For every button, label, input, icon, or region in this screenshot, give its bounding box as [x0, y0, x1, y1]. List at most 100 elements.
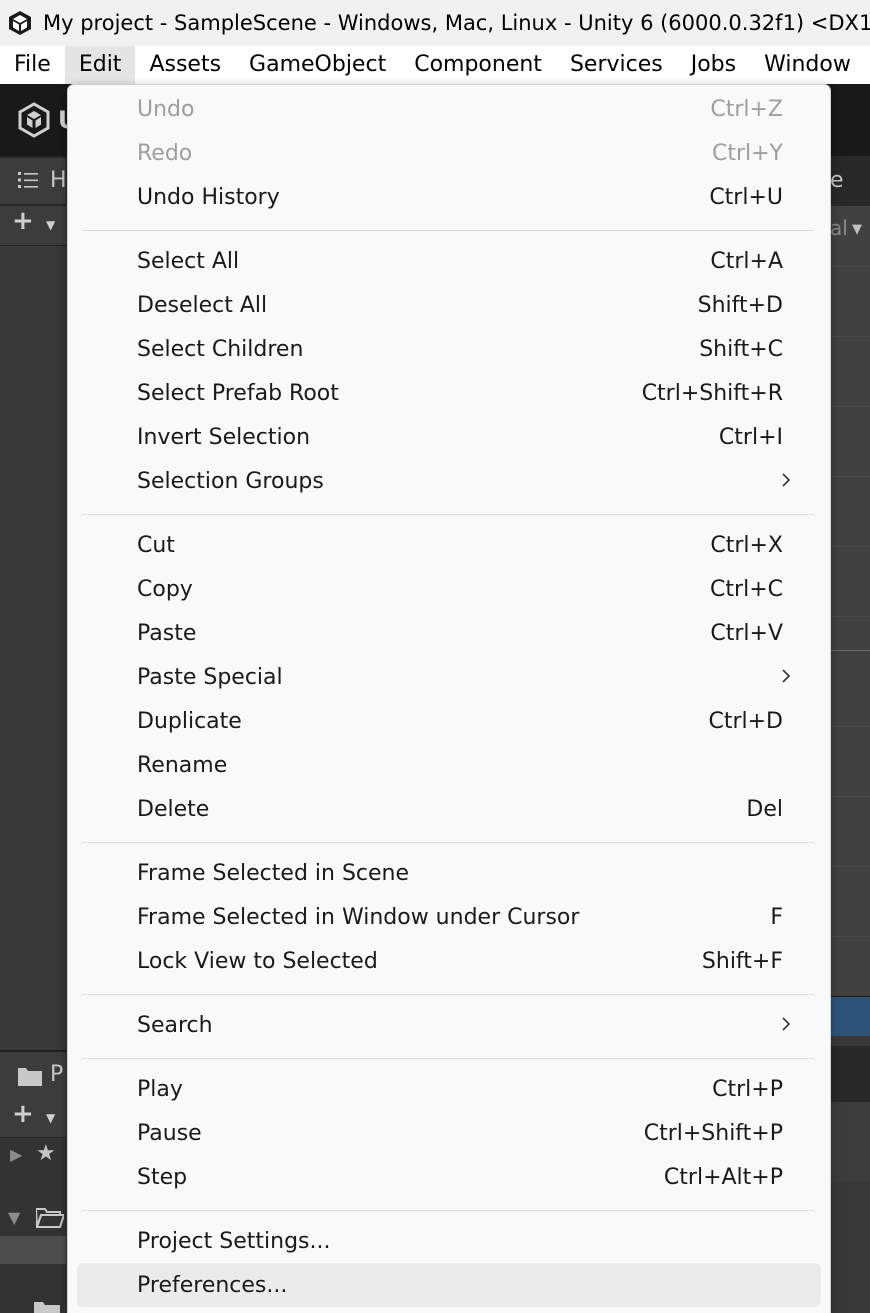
add-object-icon[interactable]: + [12, 206, 34, 236]
menu-group: Undo Ctrl+Z Redo Ctrl+Y Undo History Ctrl+U [68, 85, 830, 224]
favorites-star-icon: ★ [36, 1141, 56, 1166]
menu-services[interactable]: Services [556, 46, 677, 84]
menu-item-label: Cut [137, 532, 175, 558]
menu-item-delete[interactable]: Delete Del [77, 787, 821, 831]
menu-item-duplicate[interactable]: Duplicate Ctrl+D [77, 699, 821, 743]
menu-item-shortcut: Ctrl+Alt+P [663, 1164, 783, 1190]
menu-item-shortcut: F [770, 904, 783, 930]
menu-item-step[interactable]: Step Ctrl+Alt+P [77, 1155, 821, 1199]
menu-item-label: Select Prefab Root [137, 380, 339, 406]
expand-arrow-icon[interactable]: ▶ [10, 1145, 22, 1164]
project-tab-label-fragment: P [50, 1062, 64, 1087]
menu-item-label: Frame Selected in Window under Cursor [137, 904, 580, 930]
selected-folder-row[interactable] [0, 1236, 66, 1264]
chevron-down-icon: ▼ [46, 1111, 56, 1125]
menu-item-label: Invert Selection [137, 424, 311, 450]
menu-item-label: Project Settings... [137, 1228, 331, 1254]
menu-item-lock-view-to-selected[interactable]: Lock View to Selected Shift+F [77, 939, 821, 983]
chevron-down-icon: ▼ [46, 218, 56, 232]
title-bar: My project - SampleScene - Windows, Mac,… [0, 0, 870, 46]
folder-icon [34, 1302, 60, 1313]
menu-item-label: Paste Special [137, 664, 283, 690]
list-icon [18, 172, 38, 188]
menu-item-label: Undo History [137, 184, 280, 210]
menu-item-shortcut: Del [746, 796, 783, 822]
menu-item-play[interactable]: Play Ctrl+P [77, 1067, 821, 1111]
menu-assets[interactable]: Assets [135, 46, 235, 84]
menu-group: Frame Selected in Scene Frame Selected in… [68, 849, 830, 988]
window-title: My project - SampleScene - Windows, Mac,… [43, 11, 870, 35]
menu-item-undo-history[interactable]: Undo History Ctrl+U [77, 175, 821, 219]
menu-component[interactable]: Component [400, 46, 556, 84]
menu-item-shortcut: Ctrl+P [712, 1076, 783, 1102]
menu-item-label: Selection Groups [137, 468, 324, 494]
menu-item-label: Frame Selected in Scene [137, 860, 410, 886]
menu-item-copy[interactable]: Copy Ctrl+C [77, 567, 821, 611]
unity-logo-icon [18, 102, 50, 138]
folder-icon [18, 1068, 42, 1086]
menu-file[interactable]: File [0, 46, 65, 84]
menu-item-invert-selection[interactable]: Invert Selection Ctrl+I [77, 415, 821, 459]
menu-item-paste[interactable]: Paste Ctrl+V [77, 611, 821, 655]
menu-window[interactable]: Window [750, 46, 865, 84]
menu-group: Cut Ctrl+X Copy Ctrl+C Paste Ctrl+V Paste Spec… [68, 521, 830, 836]
menu-item-label: Lock View to Selected [137, 948, 378, 974]
menu-item-label: Rename [137, 752, 228, 778]
menu-item-shortcut: Shift+D [697, 292, 783, 318]
menu-item-label: Deselect All [137, 292, 268, 318]
menu-item-label: Select Children [137, 336, 304, 362]
menu-item-search[interactable]: Search [77, 1003, 821, 1047]
menu-item-label: Select All [137, 248, 240, 274]
active-tool-button[interactable] [830, 996, 870, 1036]
menu-edit[interactable]: Edit [64, 46, 136, 84]
menu-item-select-all[interactable]: Select All Ctrl+A [77, 239, 821, 283]
scene-tab-label-fragment: e [830, 168, 844, 193]
menu-gameobject[interactable]: GameObject [235, 46, 400, 84]
menu-item-frame-selected-in-window-under-cursor[interactable]: Frame Selected in Window under Cursor F [77, 895, 821, 939]
menu-item-deselect-all[interactable]: Deselect All Shift+D [77, 283, 821, 327]
menu-item-label: Paste [137, 620, 197, 646]
menu-separator [82, 842, 814, 843]
menu-separator [82, 1210, 814, 1211]
menu-item-shortcut: Ctrl+A [710, 248, 783, 274]
scene-view[interactable] [830, 206, 870, 1006]
menu-item-frame-selected-in-scene[interactable]: Frame Selected in Scene [77, 851, 821, 895]
chevron-right-icon [782, 669, 791, 683]
collapse-arrow-icon[interactable]: ▼ [8, 1208, 20, 1227]
menu-item-shortcut: Ctrl+C [710, 576, 783, 602]
menu-item-shortcut: Ctrl+V [710, 620, 783, 646]
menu-item-select-children[interactable]: Select Children Shift+C [77, 327, 821, 371]
menu-item-label: Undo [137, 96, 195, 122]
menu-item-rename[interactable]: Rename [77, 743, 821, 787]
menu-group: Search [68, 1001, 830, 1052]
menu-separator [82, 230, 814, 231]
menu-bar: File Edit Assets GameObject Component Service… [0, 46, 870, 84]
menu-item-pause[interactable]: Pause Ctrl+Shift+P [77, 1111, 821, 1155]
menu-item-shortcuts[interactable]: Shortcuts... [77, 1307, 821, 1313]
menu-item-shortcut: Ctrl+Z [710, 96, 783, 122]
menu-item-shortcut: Ctrl+I [718, 424, 783, 450]
menu-jobs[interactable]: Jobs [677, 46, 750, 84]
create-asset-icon[interactable]: + [12, 1099, 34, 1129]
draw-mode-dropdown-fragment[interactable]: al [830, 216, 848, 240]
hierarchy-panel [0, 247, 66, 1047]
menu-item-selection-groups[interactable]: Selection Groups [77, 459, 821, 503]
menu-item-shortcut: Ctrl+Y [711, 140, 783, 166]
menu-item-preferences[interactable]: Preferences... [77, 1263, 821, 1307]
menu-item-label: Preferences... [137, 1272, 288, 1298]
lower-tab-strip [830, 1046, 870, 1102]
menu-item-redo: Redo Ctrl+Y [77, 131, 821, 175]
menu-item-label: Play [137, 1076, 183, 1102]
menu-item-select-prefab-root[interactable]: Select Prefab Root Ctrl+Shift+R [77, 371, 821, 415]
menu-item-paste-special[interactable]: Paste Special [77, 655, 821, 699]
menu-item-shortcut: Ctrl+Shift+R [641, 380, 783, 406]
menu-item-project-settings[interactable]: Project Settings... [77, 1219, 821, 1263]
chevron-right-icon [782, 1017, 791, 1031]
menu-separator [82, 514, 814, 515]
menu-separator [82, 994, 814, 995]
menu-item-cut[interactable]: Cut Ctrl+X [77, 523, 821, 567]
menu-item-label: Pause [137, 1120, 202, 1146]
menu-item-label: Step [137, 1164, 188, 1190]
lower-panel [830, 1102, 870, 1182]
menu-item-shortcut: Ctrl+Shift+P [643, 1120, 783, 1146]
